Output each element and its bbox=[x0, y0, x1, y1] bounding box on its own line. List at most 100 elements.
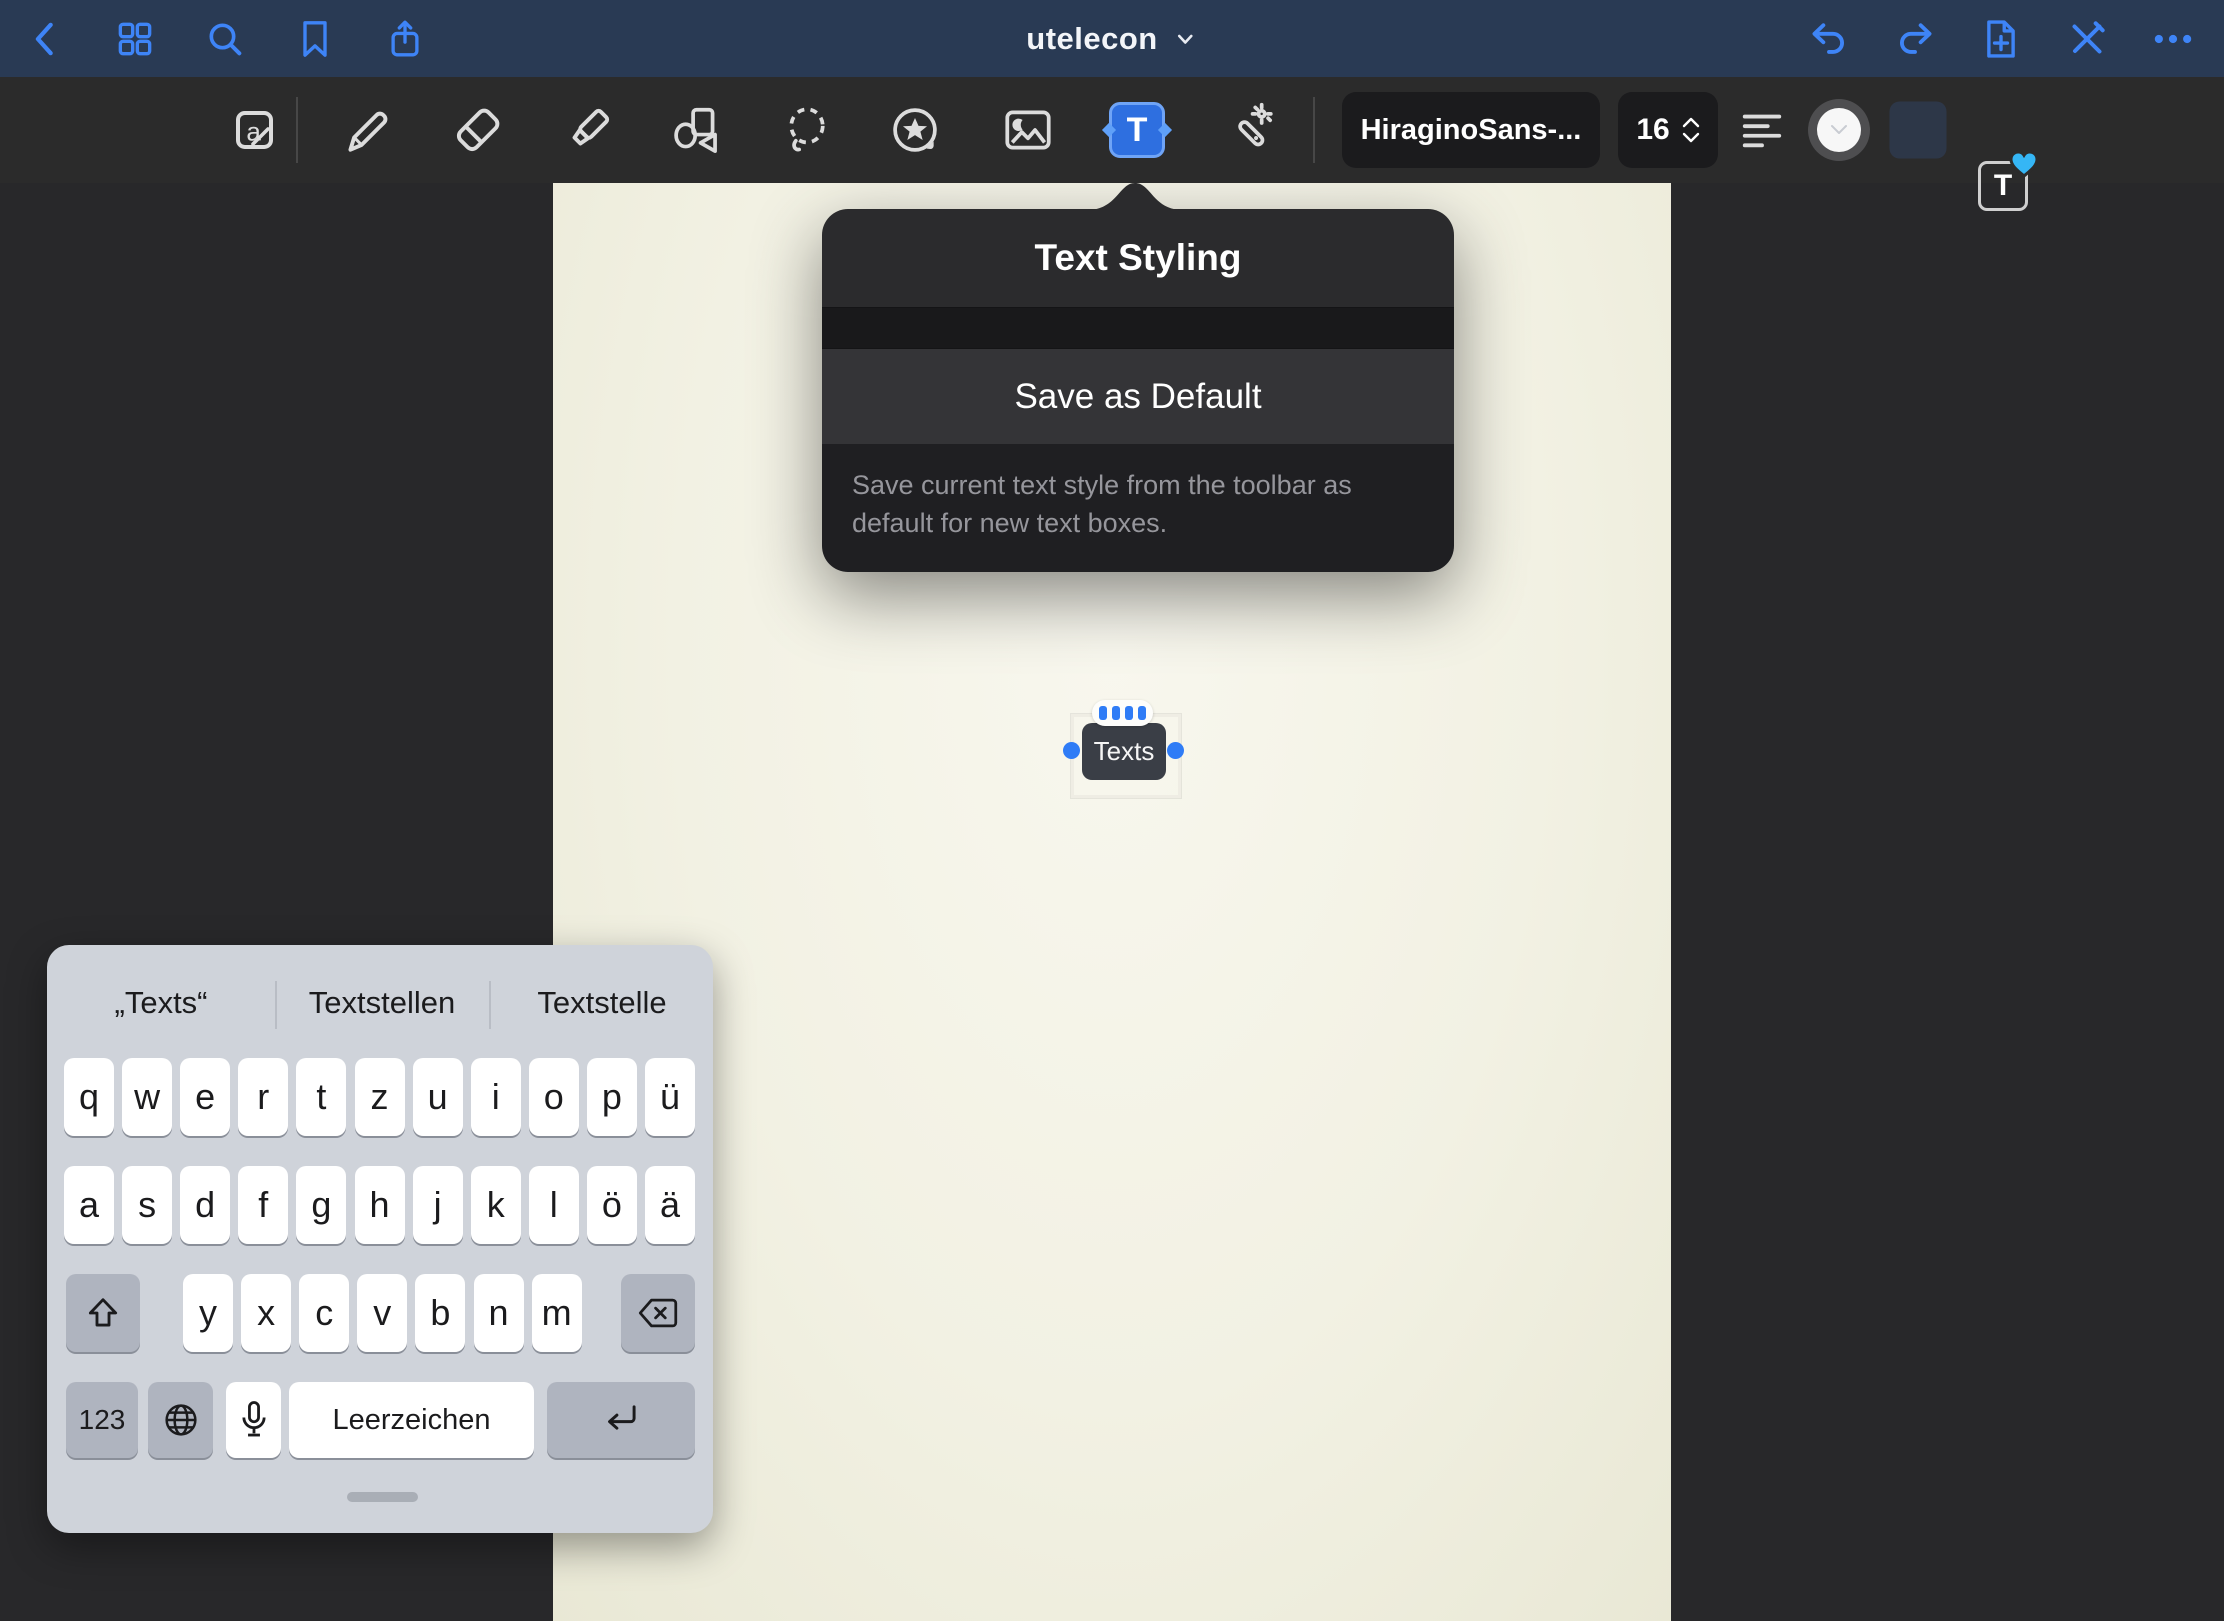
key-g[interactable]: g bbox=[296, 1166, 346, 1244]
stop-editing-button[interactable] bbox=[2058, 10, 2116, 68]
key-x[interactable]: x bbox=[241, 1274, 291, 1352]
popover-title: Text Styling bbox=[822, 209, 1454, 307]
eraser-icon bbox=[449, 101, 507, 159]
key-f[interactable]: f bbox=[238, 1166, 288, 1244]
key-c[interactable]: c bbox=[299, 1274, 349, 1352]
key-label: c bbox=[315, 1292, 333, 1334]
key-a[interactable]: a bbox=[64, 1166, 114, 1244]
shift-key[interactable] bbox=[66, 1274, 140, 1352]
bookmark-button[interactable] bbox=[286, 10, 344, 68]
color-ring bbox=[1808, 99, 1870, 161]
redo-button[interactable] bbox=[1886, 10, 1944, 68]
undo-button[interactable] bbox=[1800, 10, 1858, 68]
suggestion-1[interactable]: Textstellen bbox=[277, 965, 487, 1041]
text-styling-popover: Text Styling Save as Default Save curren… bbox=[822, 209, 1454, 572]
space-label: Leerzeichen bbox=[333, 1404, 491, 1437]
key-q[interactable]: q bbox=[64, 1058, 114, 1136]
pen-tool-button[interactable] bbox=[338, 101, 396, 159]
more-options-button[interactable] bbox=[2144, 10, 2202, 68]
share-button[interactable] bbox=[376, 10, 434, 68]
dictation-key[interactable] bbox=[226, 1382, 281, 1458]
keyboard-drag-bar[interactable] bbox=[347, 1492, 418, 1502]
key-u[interactable]: u bbox=[413, 1058, 463, 1136]
key-j[interactable]: j bbox=[413, 1166, 463, 1244]
textbox-drag-handle[interactable] bbox=[1092, 700, 1153, 726]
key-m[interactable]: m bbox=[532, 1274, 582, 1352]
key-w[interactable]: w bbox=[122, 1058, 172, 1136]
back-button[interactable] bbox=[16, 10, 74, 68]
onscreen-keyboard: „Texts“ Textstellen Textstelle qwertzuio… bbox=[47, 945, 713, 1533]
suggestion-2[interactable]: Textstelle bbox=[491, 965, 713, 1041]
drag-bar bbox=[1112, 706, 1120, 720]
key-i[interactable]: i bbox=[471, 1058, 521, 1136]
key-ä[interactable]: ä bbox=[645, 1166, 695, 1244]
numbers-label: 123 bbox=[79, 1404, 126, 1436]
font-family-button[interactable]: HiraginoSans-... bbox=[1342, 92, 1600, 168]
key-s[interactable]: s bbox=[122, 1166, 172, 1244]
numbers-key[interactable]: 123 bbox=[66, 1382, 138, 1458]
drag-bar bbox=[1138, 706, 1146, 720]
eraser-tool-button[interactable] bbox=[449, 101, 507, 159]
resize-handle-right[interactable] bbox=[1167, 742, 1184, 759]
key-z[interactable]: z bbox=[355, 1058, 405, 1136]
text-color-swatch[interactable] bbox=[1808, 99, 1870, 161]
key-o[interactable]: o bbox=[529, 1058, 579, 1136]
text-tool-button-selected[interactable]: T bbox=[1109, 102, 1165, 158]
shapes-tool-button[interactable] bbox=[667, 101, 725, 159]
key-l[interactable]: l bbox=[529, 1166, 579, 1244]
key-label: v bbox=[373, 1292, 391, 1334]
page-mode-button[interactable]: a bbox=[226, 102, 282, 158]
resize-handle-left[interactable] bbox=[1063, 742, 1080, 759]
text-box[interactable]: Texts bbox=[1082, 723, 1166, 780]
space-key[interactable]: Leerzeichen bbox=[289, 1382, 534, 1458]
save-as-default-button[interactable]: Save as Default bbox=[822, 349, 1454, 444]
key-b[interactable]: b bbox=[415, 1274, 465, 1352]
thumbnails-button[interactable] bbox=[106, 10, 164, 68]
key-label: d bbox=[195, 1184, 215, 1226]
key-e[interactable]: e bbox=[180, 1058, 230, 1136]
key-label: s bbox=[138, 1184, 156, 1226]
key-label: k bbox=[487, 1184, 505, 1226]
redo-icon bbox=[1894, 19, 1936, 59]
key-d[interactable]: d bbox=[180, 1166, 230, 1244]
grid-icon bbox=[115, 19, 155, 59]
key-label: t bbox=[316, 1076, 326, 1118]
document-title-menu[interactable]: utelecon bbox=[1026, 0, 1197, 77]
key-t[interactable]: t bbox=[296, 1058, 346, 1136]
topbar-left-group bbox=[0, 10, 434, 68]
highlighter-tool-button[interactable] bbox=[559, 101, 617, 159]
lasso-tool-button[interactable] bbox=[778, 101, 836, 159]
chevron-down-icon bbox=[1830, 124, 1848, 136]
font-size-stepper[interactable]: 16 bbox=[1618, 92, 1718, 168]
return-key[interactable] bbox=[547, 1382, 695, 1458]
key-y[interactable]: y bbox=[183, 1274, 233, 1352]
suggestion-exact[interactable]: „Texts“ bbox=[47, 965, 275, 1041]
key-label: ö bbox=[602, 1184, 622, 1226]
image-tool-button[interactable] bbox=[999, 101, 1057, 159]
return-icon bbox=[601, 1402, 641, 1438]
key-h[interactable]: h bbox=[355, 1166, 405, 1244]
key-ö[interactable]: ö bbox=[587, 1166, 637, 1244]
text-align-button[interactable] bbox=[1739, 107, 1785, 153]
key-ü[interactable]: ü bbox=[645, 1058, 695, 1136]
favorite-text-style-button[interactable]: T bbox=[1978, 161, 2028, 211]
key-label: i bbox=[492, 1076, 500, 1118]
key-label: n bbox=[488, 1292, 508, 1334]
key-v[interactable]: v bbox=[357, 1274, 407, 1352]
globe-key[interactable] bbox=[148, 1382, 213, 1458]
key-r[interactable]: r bbox=[238, 1058, 288, 1136]
key-k[interactable]: k bbox=[471, 1166, 521, 1244]
key-n[interactable]: n bbox=[474, 1274, 524, 1352]
image-icon bbox=[999, 101, 1057, 159]
laser-pointer-button[interactable] bbox=[1219, 101, 1277, 159]
text-background-swatch[interactable] bbox=[1890, 102, 1947, 159]
background-color-square bbox=[1890, 102, 1947, 159]
backspace-key[interactable] bbox=[621, 1274, 695, 1352]
elements-tool-button[interactable] bbox=[886, 101, 944, 159]
stepper-chevrons-icon bbox=[1682, 117, 1700, 143]
heart-icon bbox=[2007, 148, 2041, 180]
search-button[interactable] bbox=[196, 10, 254, 68]
shift-icon bbox=[84, 1294, 122, 1332]
key-p[interactable]: p bbox=[587, 1058, 637, 1136]
add-page-button[interactable] bbox=[1972, 10, 2030, 68]
